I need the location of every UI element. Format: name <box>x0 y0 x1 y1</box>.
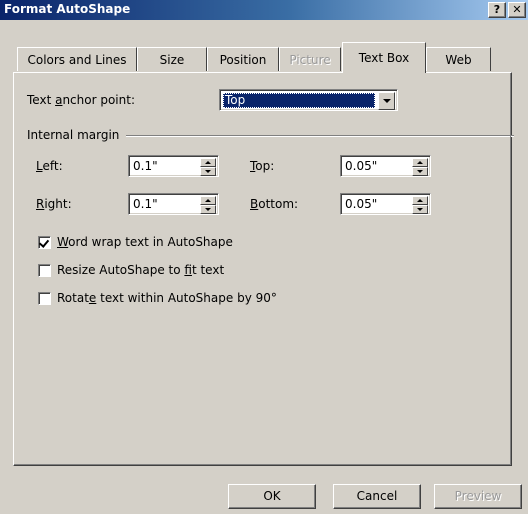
internal-margin-label: Internal margin <box>27 128 120 142</box>
spinner-buttons <box>412 196 428 214</box>
help-button[interactable]: ? <box>488 2 506 18</box>
tab-label: Colors and Lines <box>27 53 127 67</box>
right-margin-value: 0.1" <box>133 197 158 211</box>
cancel-label: Cancel <box>356 489 398 503</box>
tab-colors-and-lines[interactable]: Colors and Lines <box>17 47 137 71</box>
close-button[interactable]: ✕ <box>508 2 526 18</box>
arrow-up-icon <box>417 161 423 164</box>
top-margin-value: 0.05" <box>345 159 378 173</box>
anchor-value: Top <box>223 93 375 108</box>
top-margin-spinner[interactable]: 0.05" <box>340 155 431 177</box>
spin-down-button[interactable] <box>200 205 216 214</box>
rotate-text-checkbox[interactable] <box>38 292 51 305</box>
spinner-buttons <box>412 158 428 176</box>
arrow-up-icon <box>205 161 211 164</box>
arrow-down-icon <box>205 170 211 173</box>
tab-label: Position <box>219 53 267 67</box>
tab-text-box[interactable]: Text Box <box>342 42 426 73</box>
spin-up-button[interactable] <box>412 196 428 205</box>
tab-size[interactable]: Size <box>137 47 207 71</box>
anchor-dropdown-button[interactable] <box>378 92 395 110</box>
word-wrap-checkbox[interactable] <box>38 236 51 249</box>
title-bar: Format AutoShape ? ✕ <box>0 0 528 20</box>
rotate-text-label[interactable]: Rotate text within AutoShape by 90° <box>57 291 277 305</box>
help-icon: ? <box>493 3 501 16</box>
top-label: Top: <box>250 159 275 173</box>
arrow-down-icon <box>417 170 423 173</box>
spin-up-button[interactable] <box>200 158 216 167</box>
preview-button: Preview <box>434 484 522 509</box>
chevron-down-icon <box>383 99 391 103</box>
right-margin-spinner[interactable]: 0.1" <box>128 193 219 215</box>
checkmark-icon <box>38 237 50 248</box>
close-icon: ✕ <box>512 3 522 16</box>
cancel-button[interactable]: Cancel <box>333 484 421 509</box>
tab-label: Web <box>445 53 472 67</box>
ok-button[interactable]: OK <box>228 484 316 509</box>
anchor-label: Text anchor point: <box>27 93 135 107</box>
group-separator <box>126 135 514 137</box>
tab-label: Picture <box>289 53 331 67</box>
spinner-buttons <box>200 158 216 176</box>
resize-to-fit-checkbox[interactable] <box>38 264 51 277</box>
arrow-up-icon <box>417 199 423 202</box>
tab-web[interactable]: Web <box>426 47 491 71</box>
arrow-down-icon <box>205 208 211 211</box>
tab-picture: Picture <box>279 47 341 71</box>
ok-label: OK <box>263 489 281 503</box>
bottom-margin-value: 0.05" <box>345 197 378 211</box>
left-label: Left: <box>36 159 63 173</box>
spin-up-button[interactable] <box>200 196 216 205</box>
arrow-down-icon <box>417 208 423 211</box>
spin-down-button[interactable] <box>412 167 428 176</box>
bottom-margin-spinner[interactable]: 0.05" <box>340 193 431 215</box>
left-margin-value: 0.1" <box>133 159 158 173</box>
right-label: Right: <box>36 197 72 211</box>
resize-to-fit-label[interactable]: Resize AutoShape to fit text <box>57 263 224 277</box>
tab-label: Text Box <box>358 51 410 65</box>
arrow-up-icon <box>205 199 211 202</box>
preview-label: Preview <box>454 489 502 503</box>
tab-label: Size <box>159 53 185 67</box>
text-box-panel: Text anchor point: Top Internal margin L… <box>13 72 514 466</box>
tab-position[interactable]: Position <box>207 47 279 71</box>
spin-down-button[interactable] <box>200 167 216 176</box>
window-title: Format AutoShape <box>4 2 131 16</box>
spin-up-button[interactable] <box>412 158 428 167</box>
bottom-label: Bottom: <box>250 197 299 211</box>
left-margin-spinner[interactable]: 0.1" <box>128 155 219 177</box>
word-wrap-label[interactable]: Word wrap text in AutoShape <box>57 235 233 249</box>
spin-down-button[interactable] <box>412 205 428 214</box>
spinner-buttons <box>200 196 216 214</box>
anchor-select[interactable]: Top <box>219 89 398 111</box>
